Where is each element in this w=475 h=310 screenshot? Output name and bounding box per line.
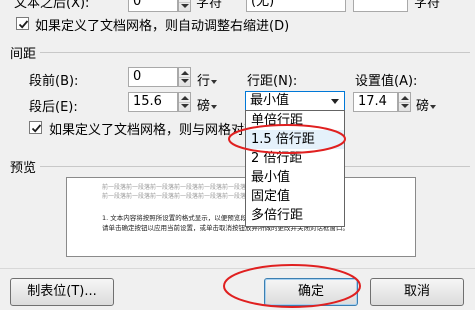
annotation-circle-ok [223,264,361,308]
annotation-circle-line-spacing [228,124,346,154]
annotation-overlay [223,124,361,308]
